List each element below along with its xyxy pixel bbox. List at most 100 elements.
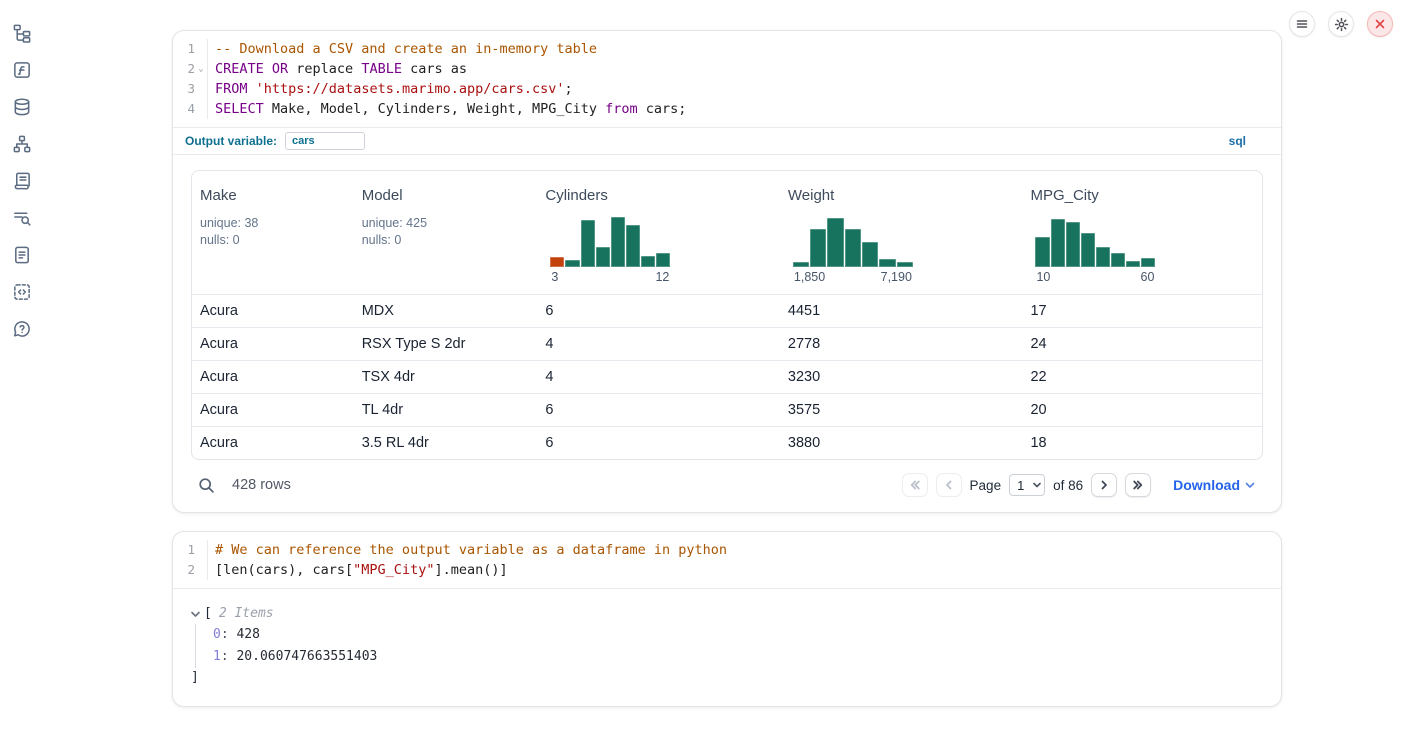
axis-min-label: 3 [551,270,558,284]
histogram-bar [879,259,895,267]
histogram-bar [1126,261,1140,267]
tree-header: [ 2 Items [191,604,1263,624]
column-histogram: 1060 [1035,215,1155,284]
logs-icon[interactable] [12,207,33,228]
token-plain: ; [565,81,573,97]
histogram-bar [596,247,610,267]
tree-item-value: 20.060747663551403 [236,649,377,664]
table-cell: 3.5 RL 4dr [354,435,538,451]
code-line[interactable]: 1# We can reference the output variable … [173,540,1281,560]
next-page-button[interactable] [1091,473,1117,497]
table-cell: 17 [1022,303,1262,319]
column-header[interactable]: Modelunique: 425nulls: 0 [354,171,538,294]
datasources-icon[interactable] [12,96,33,117]
table-row[interactable]: AcuraTSX 4dr4323022 [192,360,1262,393]
output-variable-row: Output variable: sql [173,127,1281,155]
code-text: FROM 'https://datasets.marimo.app/cars.c… [208,79,573,99]
page-select[interactable]: 1 [1009,474,1045,496]
file-explorer-icon[interactable] [12,22,33,43]
code-text: -- Download a CSV and create an in-memor… [208,39,597,59]
histogram-bar [565,260,579,267]
histogram-bar [827,218,843,267]
sql-code-editor[interactable]: 1-- Download a CSV and create an in-memo… [173,31,1281,127]
table-row[interactable]: Acura3.5 RL 4dr6388018 [192,426,1262,459]
histogram-bar [1035,237,1049,267]
table-cell: 3575 [780,402,1023,418]
histogram-bar [810,229,826,267]
column-header[interactable]: MPG_City 1060 [1022,171,1262,294]
histogram-bar [581,220,595,267]
column-header[interactable]: Cylinders312 [537,171,780,294]
histogram-bars [550,215,670,267]
axis-max-label: 60 [1141,270,1155,284]
code-line[interactable]: 2[len(cars), cars["MPG_City"].mean()] [173,560,1281,580]
token-keyword: SELECT [215,101,264,117]
table-cell: 18 [1022,435,1262,451]
fold-gutter [195,79,208,99]
snippets-icon[interactable] [12,281,33,302]
table-cell: Acura [192,369,354,385]
table-cell: 4 [537,336,780,352]
code-line[interactable]: 3FROM 'https://datasets.marimo.app/cars.… [173,79,1281,99]
axis-max-label: 7,190 [881,270,912,284]
table-cell: 20 [1022,402,1262,418]
line-number: 2 [173,59,195,79]
settings-button[interactable] [1328,11,1354,37]
documentation-icon[interactable] [12,244,33,265]
histogram-bar [793,262,809,267]
first-page-button[interactable] [902,473,928,497]
token-keyword: TABLE [361,61,402,77]
code-text: CREATE OR replace TABLE cars as [208,59,467,79]
histogram-axis-labels: 312 [550,270,670,284]
table-body: AcuraMDX6445117AcuraRSX Type S 2dr427782… [192,294,1262,459]
token-plain: [len(cars), cars[ [215,562,353,578]
token-keyword: FROM [215,81,248,97]
output-variable-input[interactable] [285,132,365,150]
histogram-bar [897,262,913,267]
token-keyword: from [605,101,638,117]
code-line[interactable]: 1-- Download a CSV and create an in-memo… [173,39,1281,59]
token-plain: ].mean()] [434,562,507,578]
code-line[interactable]: 4SELECT Make, Model, Cylinders, Weight, … [173,99,1281,119]
column-header[interactable]: Makeunique: 38nulls: 0 [192,171,354,294]
help-icon[interactable] [12,318,33,339]
download-label: Download [1173,477,1240,493]
table-cell: 6 [537,402,780,418]
histogram-bar [1111,253,1125,267]
table-row[interactable]: AcuraRSX Type S 2dr4277824 [192,327,1262,360]
language-badge: sql [1229,134,1246,148]
search-icon[interactable] [198,477,215,494]
python-code-editor[interactable]: 1# We can reference the output variable … [173,532,1281,589]
histogram-bar [1066,222,1080,267]
pagination: Page 1 of 86 [902,473,1152,497]
download-button[interactable]: Download [1173,477,1255,493]
sql-cell: 1 -- Download a CSV and create an in-memo… [172,30,1282,513]
code-text: # We can reference the output variable a… [208,540,727,560]
histogram-bar [862,242,878,267]
last-page-button[interactable] [1125,473,1151,497]
shutdown-button[interactable] [1367,11,1393,37]
column-header[interactable]: Weight1,8507,190 [780,171,1023,294]
tree-items: 0: 4281: 20.060747663551403 [195,624,1263,668]
previous-page-button[interactable] [936,473,962,497]
table-row[interactable]: AcuraMDX6445117 [192,294,1262,327]
table-cell: TSX 4dr [354,369,538,385]
variables-icon[interactable] [12,59,33,80]
row-count: 428 rows [232,477,291,493]
fold-chevron-icon[interactable]: ⌄ [195,59,208,79]
fold-gutter [195,560,208,580]
collapse-chevron-icon[interactable] [191,611,200,618]
table-row[interactable]: AcuraTL 4dr6357520 [192,393,1262,426]
menu-button[interactable] [1289,11,1315,37]
column-stat: unique: 38 [200,215,346,232]
column-header-label: Model [362,187,530,204]
tree-item: 1: 20.060747663551403 [213,646,1263,668]
dependency-graph-icon[interactable] [12,133,33,154]
column-stats: unique: 38nulls: 0 [200,215,346,249]
outline-icon[interactable] [12,170,33,191]
column-header-label: MPG_City [1030,187,1254,204]
table-cell: 24 [1022,336,1262,352]
code-line[interactable]: 2⌄CREATE OR replace TABLE cars as [173,59,1281,79]
data-table: Makeunique: 38nulls: 0Modelunique: 425nu… [191,170,1263,460]
tree-item-key: 0 [213,627,221,642]
